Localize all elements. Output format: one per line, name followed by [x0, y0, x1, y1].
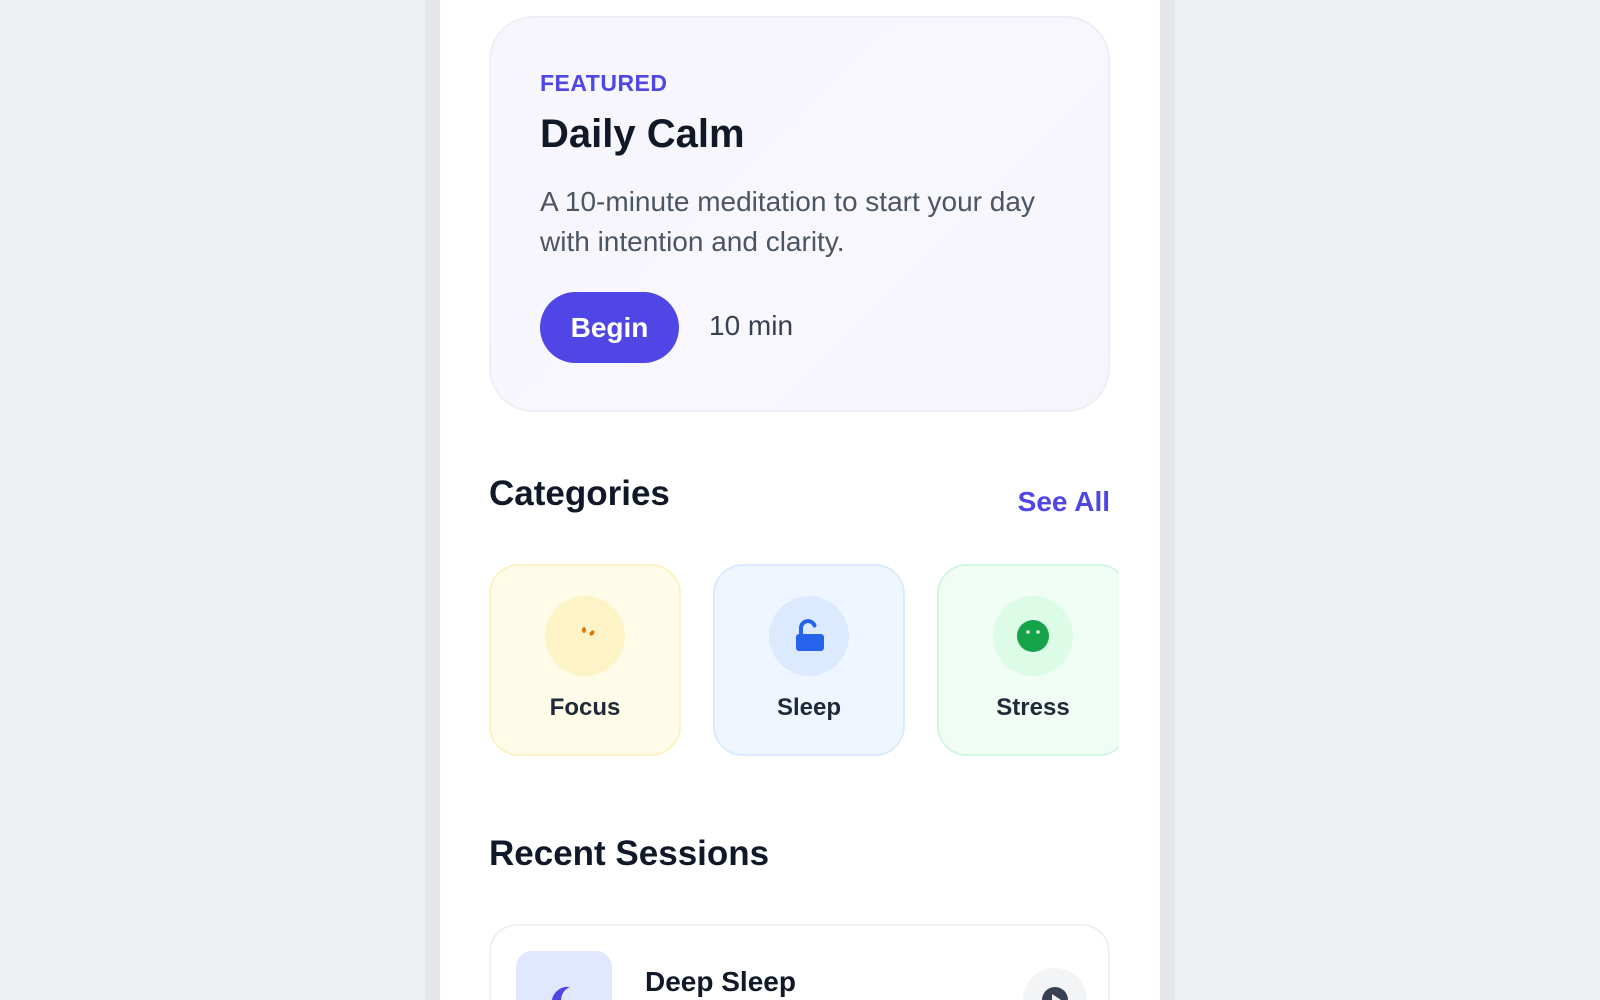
- session-card[interactable]: Deep Sleep: [489, 924, 1110, 1000]
- featured-title: Daily Calm: [540, 112, 745, 156]
- play-icon: [1042, 987, 1068, 1000]
- category-label: Sleep: [776, 694, 842, 721]
- app-screen: FEATURED Daily Calm A 10-minute meditati…: [440, 0, 1160, 1000]
- focus-icon: [545, 596, 625, 676]
- featured-card[interactable]: FEATURED Daily Calm A 10-minute meditati…: [489, 16, 1110, 412]
- smile-icon: [993, 596, 1073, 676]
- featured-duration: 10 min: [709, 310, 794, 341]
- category-stress[interactable]: Stress: [937, 564, 1119, 756]
- begin-button[interactable]: Begin: [540, 292, 679, 363]
- session-title: Deep Sleep: [645, 966, 796, 997]
- category-focus[interactable]: Focus: [489, 564, 681, 756]
- play-button[interactable]: [1023, 968, 1087, 1000]
- moon-icon: [516, 951, 612, 1000]
- category-sleep[interactable]: Sleep: [713, 564, 905, 756]
- category-label: Focus: [549, 694, 621, 721]
- featured-eyebrow: FEATURED: [540, 70, 668, 96]
- category-label: Stress: [996, 694, 1070, 721]
- categories-carousel[interactable]: Focus Sleep Stress: [489, 564, 1119, 759]
- recent-sessions-title: Recent Sessions: [489, 834, 770, 873]
- see-all-link[interactable]: See All: [1018, 486, 1110, 518]
- unlock-icon: [769, 596, 849, 676]
- categories-title: Categories: [489, 474, 670, 513]
- featured-description: A 10-minute meditation to start your day…: [540, 186, 1035, 257]
